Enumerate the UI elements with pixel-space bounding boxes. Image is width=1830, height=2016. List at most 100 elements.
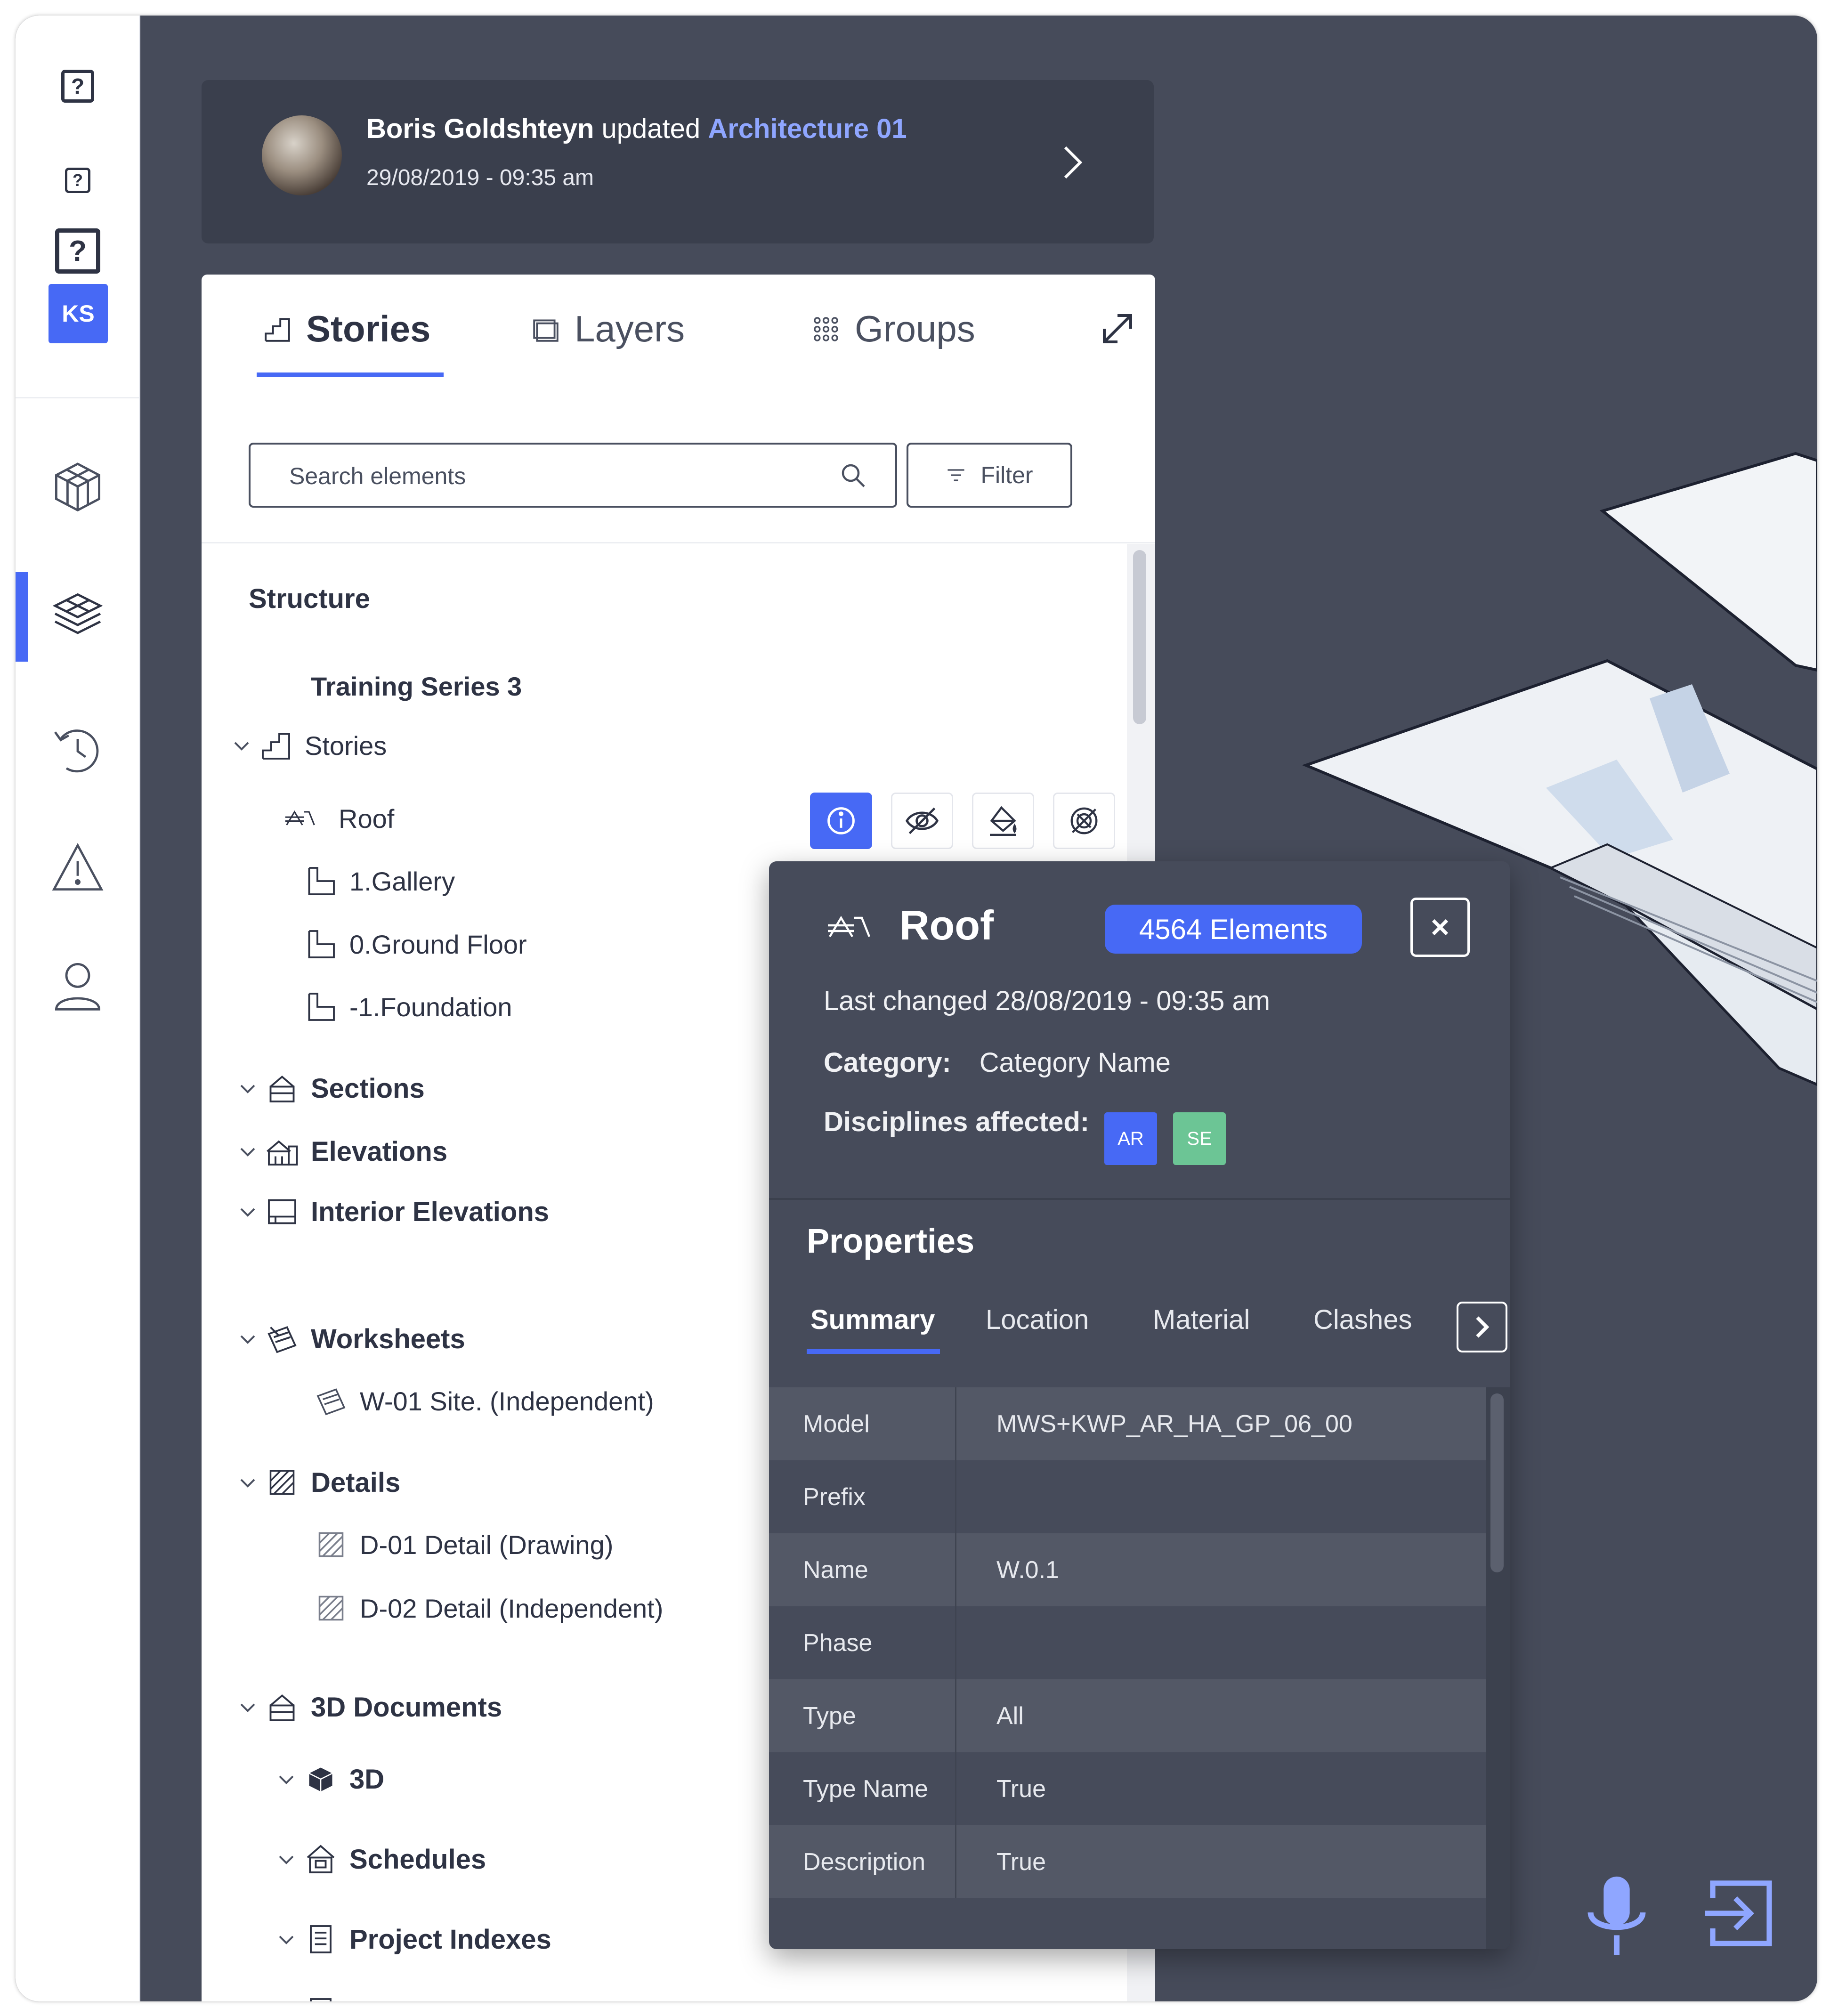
expand-icon[interactable] bbox=[1099, 310, 1136, 348]
tab-stories[interactable]: Stories bbox=[263, 308, 430, 350]
chevron-right-icon[interactable] bbox=[1054, 144, 1092, 181]
filter-button[interactable]: Filter bbox=[907, 443, 1072, 508]
table-row: Name W.0.1 bbox=[769, 1533, 1486, 1606]
chevron-right-icon bbox=[1476, 1316, 1490, 1338]
worksheet-icon bbox=[267, 1326, 297, 1353]
tree-node-interior-elevations[interactable]: Interior Elevations bbox=[238, 1195, 549, 1228]
next-tabs-button[interactable] bbox=[1457, 1302, 1507, 1352]
panel-tabs: Stories Layers Groups bbox=[202, 275, 1155, 392]
discipline-chip-se[interactable]: SE bbox=[1173, 1112, 1226, 1165]
table-row: Prefix bbox=[769, 1460, 1486, 1533]
search-placeholder: Search elements bbox=[289, 463, 466, 489]
user-avatar[interactable]: KS bbox=[49, 284, 108, 343]
active-tab-indicator bbox=[257, 372, 444, 377]
isolate-button[interactable] bbox=[1053, 793, 1115, 849]
tab-layers[interactable]: Layers bbox=[531, 308, 685, 350]
close-button[interactable] bbox=[1410, 898, 1470, 957]
roof-icon bbox=[828, 915, 871, 938]
chevron-down-icon[interactable] bbox=[277, 1930, 296, 1949]
search-input[interactable]: Search elements bbox=[249, 443, 897, 508]
tab-location[interactable]: Location bbox=[986, 1304, 1089, 1336]
table-row: Model MWS+KWP_AR_HA_GP_06_00 bbox=[769, 1387, 1486, 1460]
help-icon[interactable]: ? bbox=[49, 152, 106, 209]
tree-scroll-thumb[interactable] bbox=[1133, 550, 1146, 724]
elements-count-badge: 4564 Elements bbox=[1105, 905, 1362, 954]
tree-node-sections[interactable]: Sections bbox=[238, 1072, 425, 1105]
tree-node-ground-floor[interactable]: 0.Ground Floor bbox=[304, 928, 527, 961]
properties-table: Model MWS+KWP_AR_HA_GP_06_00 Prefix Name W… bbox=[769, 1387, 1486, 1898]
filter-icon bbox=[947, 469, 965, 481]
tab-material[interactable]: Material bbox=[1153, 1304, 1250, 1336]
roof-icon bbox=[285, 810, 315, 826]
chevron-down-icon[interactable] bbox=[238, 1473, 257, 1492]
table-row: Description True bbox=[769, 1825, 1486, 1898]
cube-icon bbox=[308, 1767, 333, 1792]
schedule-icon bbox=[307, 1845, 335, 1873]
roof-edge-band bbox=[1548, 843, 1817, 1011]
paint-button[interactable] bbox=[972, 793, 1034, 849]
stories-icon bbox=[265, 317, 290, 342]
panel-divider bbox=[202, 542, 1155, 543]
discipline-chip-ar[interactable]: AR bbox=[1104, 1112, 1157, 1165]
chevron-down-icon[interactable] bbox=[238, 1079, 257, 1098]
chevron-down-icon[interactable] bbox=[277, 1770, 296, 1789]
tree-node-stories[interactable]: Stories bbox=[232, 729, 387, 762]
help-icon[interactable]: ? bbox=[49, 58, 106, 114]
layers-icon[interactable] bbox=[49, 588, 106, 644]
notification-text: Boris Goldshteyn updated Architecture 01 bbox=[366, 113, 907, 145]
tab-groups[interactable]: Groups bbox=[811, 308, 975, 350]
roof-actions bbox=[810, 793, 1115, 849]
left-rail: ? ? ? KS bbox=[16, 16, 140, 2001]
groups-icon bbox=[814, 316, 838, 341]
notification-timestamp: 29/08/2019 - 09:35 am bbox=[366, 165, 594, 190]
properties-scroll-thumb[interactable] bbox=[1490, 1393, 1504, 1572]
info-button[interactable] bbox=[810, 793, 872, 849]
activity-notification[interactable]: Boris Goldshteyn updated Architecture 01… bbox=[202, 80, 1154, 243]
worksheet-icon bbox=[316, 1388, 346, 1416]
tree-node-3d[interactable]: 3D bbox=[277, 1763, 384, 1796]
help-icon[interactable]: ? bbox=[49, 223, 106, 279]
tree-node-lists[interactable]: Lists bbox=[277, 1996, 413, 2001]
hide-button[interactable] bbox=[891, 793, 953, 849]
table-row: Phase bbox=[769, 1606, 1486, 1679]
user-icon[interactable] bbox=[49, 957, 106, 1014]
tree-node-worksheet-w01[interactable]: W-01 Site. (Independent) bbox=[315, 1384, 654, 1417]
chevron-down-icon[interactable] bbox=[232, 736, 251, 755]
tree-node-schedules[interactable]: Schedules bbox=[277, 1843, 486, 1876]
tree-node-elevations[interactable]: Elevations bbox=[238, 1135, 447, 1168]
app-window: ? ? ? KS Boris Goldshteyn updated Archit… bbox=[16, 16, 1817, 2001]
notification-target-link[interactable]: Architecture 01 bbox=[708, 113, 907, 144]
element-detail-card: Roof 4564 Elements Last changed 28/08/20… bbox=[769, 861, 1510, 1949]
roof-shadow-2 bbox=[1546, 760, 1673, 858]
exit-icon[interactable] bbox=[1701, 1876, 1777, 1951]
tree-node-gallery[interactable]: 1.Gallery bbox=[304, 865, 455, 898]
microphone-icon[interactable] bbox=[1584, 1873, 1650, 1958]
tree-node-details[interactable]: Details bbox=[238, 1466, 400, 1499]
tab-summary[interactable]: Summary bbox=[810, 1304, 935, 1336]
tree-node-foundation[interactable]: -1.Foundation bbox=[304, 990, 512, 1023]
user-photo bbox=[262, 115, 342, 195]
warning-icon[interactable] bbox=[49, 840, 106, 896]
detail-title: Roof bbox=[899, 902, 994, 948]
isolate-icon bbox=[1070, 807, 1098, 834]
chevron-down-icon[interactable] bbox=[238, 1142, 257, 1161]
search-icon bbox=[842, 464, 865, 487]
history-icon[interactable] bbox=[49, 722, 106, 778]
tree-node-detail-d02[interactable]: D-02 Detail (Independent) bbox=[315, 1592, 663, 1625]
model-cube-icon[interactable] bbox=[49, 458, 106, 515]
tree-node-3d-documents[interactable]: 3D Documents bbox=[238, 1691, 502, 1724]
tree-node-roof[interactable]: Roof bbox=[284, 802, 394, 835]
chevron-down-icon[interactable] bbox=[238, 1202, 257, 1221]
chevron-down-icon[interactable] bbox=[277, 1850, 296, 1869]
category-row: Category: Category Name bbox=[824, 1047, 1171, 1078]
properties-title: Properties bbox=[807, 1223, 975, 1260]
tree-node-detail-d01[interactable]: D-01 Detail (Drawing) bbox=[315, 1528, 613, 1561]
tree-node-worksheets[interactable]: Worksheets bbox=[238, 1322, 465, 1355]
tree-node-project-indexes[interactable]: Project Indexes bbox=[277, 1923, 551, 1956]
chevron-down-icon[interactable] bbox=[238, 1698, 257, 1716]
active-nav-indicator bbox=[16, 572, 28, 662]
stories-icon bbox=[262, 733, 290, 760]
floor-plan-icon bbox=[308, 867, 335, 895]
chevron-down-icon[interactable] bbox=[238, 1329, 257, 1348]
tab-clashes[interactable]: Clashes bbox=[1313, 1304, 1412, 1336]
